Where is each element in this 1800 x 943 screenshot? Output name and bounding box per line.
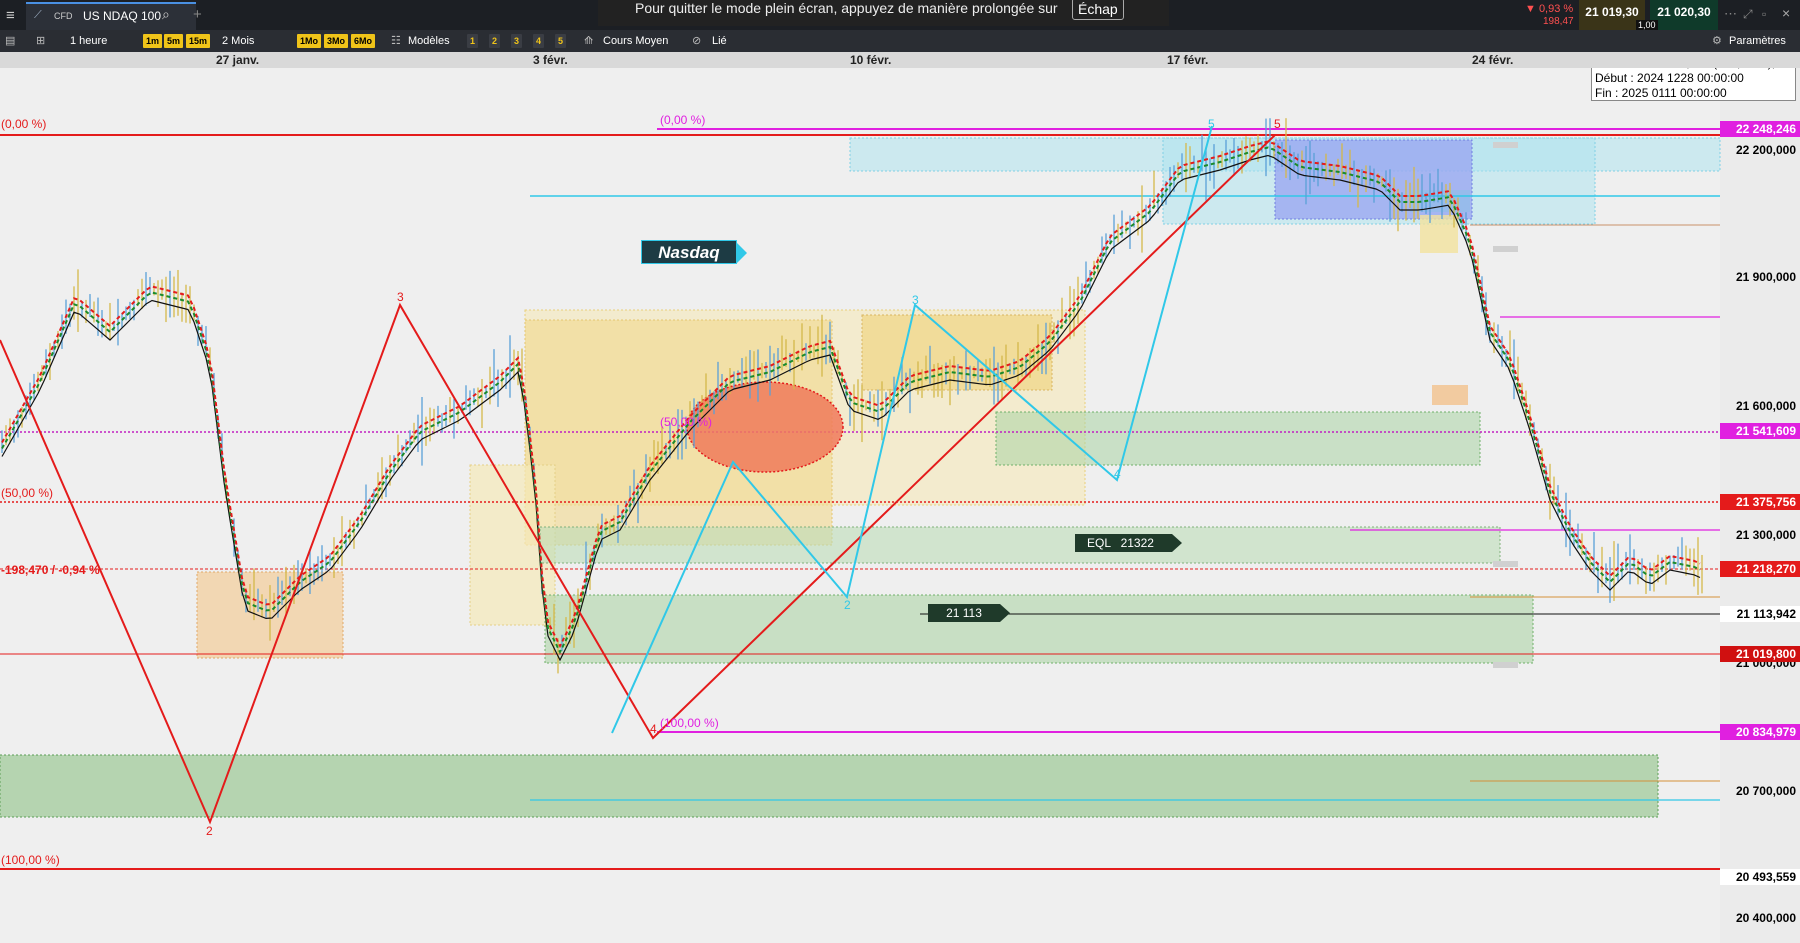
price-tag-low-magenta: 20 834,979	[1720, 724, 1800, 740]
price-tag-red-dotted: 21 375,756	[1720, 494, 1800, 510]
range-1mo[interactable]: 1Mo	[297, 34, 321, 48]
date-label: 3 févr.	[533, 53, 568, 67]
axis-tick: 22 200,000	[1735, 143, 1796, 157]
add-tab-icon[interactable]: +	[193, 6, 202, 23]
fib-magenta-0-label: (0,00 %)	[660, 113, 706, 127]
price-tag-last-price: 21 019,800	[1720, 646, 1800, 662]
top-bar: ≡ ⟋ CFD US NDAQ 100 ⌕ + Pour quitter le …	[0, 0, 1800, 30]
price-tag-current-ref: 21 218,270	[1720, 561, 1800, 577]
change-line-label: -198,470 / -0,94 %	[1, 563, 100, 577]
fib-info-line2: Début : 2024 1228 00:00:00	[1595, 71, 1744, 85]
price-chart[interactable]	[0, 0, 1800, 943]
range-6mo[interactable]: 6Mo	[351, 34, 375, 48]
restore-icon[interactable]: ▫	[1762, 7, 1766, 21]
fib-red-0-label: (0,00 %)	[1, 117, 47, 131]
range-selector[interactable]: 2 Mois	[222, 30, 254, 52]
escape-key: Échap	[1072, 0, 1124, 20]
fib-info-line3: Fin : 2025 0111 00:00:00	[1595, 86, 1727, 100]
wave-red-label-2: 2	[206, 824, 213, 838]
date-label: 24 févr.	[1472, 53, 1514, 67]
settings-button[interactable]: Paramètres	[1729, 30, 1786, 52]
gear-icon[interactable]: ⚙	[1712, 30, 1722, 52]
axis-tick: 20 700,000	[1735, 784, 1796, 798]
wave-red-label-4: 4	[650, 722, 657, 736]
chart-type-icon: ⟋	[34, 9, 42, 21]
range-3mo[interactable]: 3Mo	[324, 34, 348, 48]
instrument-name: US NDAQ 100	[83, 9, 162, 23]
change-absolute: 198,47	[1543, 16, 1574, 27]
nasdaq-label: Nasdaq	[641, 240, 737, 264]
spread-value: 1,00	[1636, 20, 1658, 30]
models-button[interactable]: Modèles	[408, 30, 450, 52]
price-tag-black-line: 21 113,942	[1720, 606, 1800, 622]
instrument-badge: CFD	[54, 11, 73, 21]
fib-red-50-label: (50,00 %)	[1, 486, 54, 500]
preset-5[interactable]: 5	[555, 34, 567, 48]
interval-5m[interactable]: 5m	[164, 34, 184, 48]
date-label: 27 janv.	[216, 53, 260, 67]
wave-blue-label-5: 5	[1208, 117, 1215, 131]
models-icon: ☷	[391, 35, 401, 47]
linked-toggle[interactable]: Lié	[712, 30, 727, 52]
ask-price[interactable]: 21 020,30	[1650, 0, 1718, 30]
fib-magenta-50-label: (50,00 %)	[660, 415, 713, 429]
wave-blue-label-2: 2	[844, 598, 851, 612]
price-tag-mid-magenta: 21 541,609	[1720, 423, 1800, 439]
level-21113-label: 21 113	[928, 604, 1000, 622]
fullscreen-banner: Pour quitter le mode plein écran, appuye…	[598, 0, 1169, 26]
preset-1[interactable]: 1	[467, 34, 479, 48]
change-percent: ▼ 0,93 %	[1525, 3, 1574, 15]
fullscreen-banner-text: Pour quitter le mode plein écran, appuye…	[635, 0, 1058, 16]
minimize-icon[interactable]: ⋯	[1724, 6, 1737, 22]
wave-red-label-3: 3	[397, 290, 404, 304]
layout-icon[interactable]: ⊞	[36, 30, 45, 52]
wave-blue-label-3: 3	[912, 293, 919, 307]
expand-icon[interactable]: ⤢	[1743, 7, 1753, 22]
price-tag-bottom: 20 493,559	[1720, 869, 1800, 885]
search-icon[interactable]: ⌕	[162, 6, 170, 23]
preset-4[interactable]: 4	[533, 34, 545, 48]
average-price-toggle[interactable]: Cours Moyen	[603, 30, 668, 52]
time-axis: 27 janv. 3 févr. 10 févr. 17 févr. 24 fé…	[0, 52, 1800, 68]
date-label: 17 févr.	[1167, 53, 1209, 67]
hamburger-icon[interactable]: ≡	[6, 7, 15, 24]
timeframe-selector[interactable]: 1 heure	[70, 30, 107, 52]
fib-magenta-100-label: (100,00 %)	[660, 716, 719, 730]
wave-red-label-5: 5	[1274, 117, 1281, 131]
wave-blue-label-4: 4	[1114, 467, 1121, 481]
price-tag-top-magenta: 22 248,246	[1720, 121, 1800, 137]
axis-tick: 20 400,000	[1735, 911, 1796, 925]
link-icon: ⊘	[692, 35, 702, 47]
eql-label: EQL 21322	[1075, 534, 1172, 552]
average-icon: ⟰	[584, 35, 594, 47]
axis-tick: 21 300,000	[1735, 528, 1796, 542]
axis-tick: 21 900,000	[1735, 270, 1796, 284]
date-label: 10 févr.	[850, 53, 892, 67]
chart-toolbar: ▤ ⊞ 1 heure 1m 5m 15m 2 Mois 1Mo 3Mo 6Mo…	[0, 30, 1800, 52]
interval-15m[interactable]: 15m	[186, 34, 211, 48]
preset-2[interactable]: 2	[489, 34, 501, 48]
axis-tick: 21 600,000	[1735, 399, 1796, 413]
fib-red-100-label: (100,00 %)	[1, 853, 60, 867]
interval-1m[interactable]: 1m	[143, 34, 163, 48]
preset-3[interactable]: 3	[511, 34, 523, 48]
close-icon[interactable]: ×	[1782, 5, 1790, 21]
list-icon[interactable]: ▤	[5, 30, 15, 52]
